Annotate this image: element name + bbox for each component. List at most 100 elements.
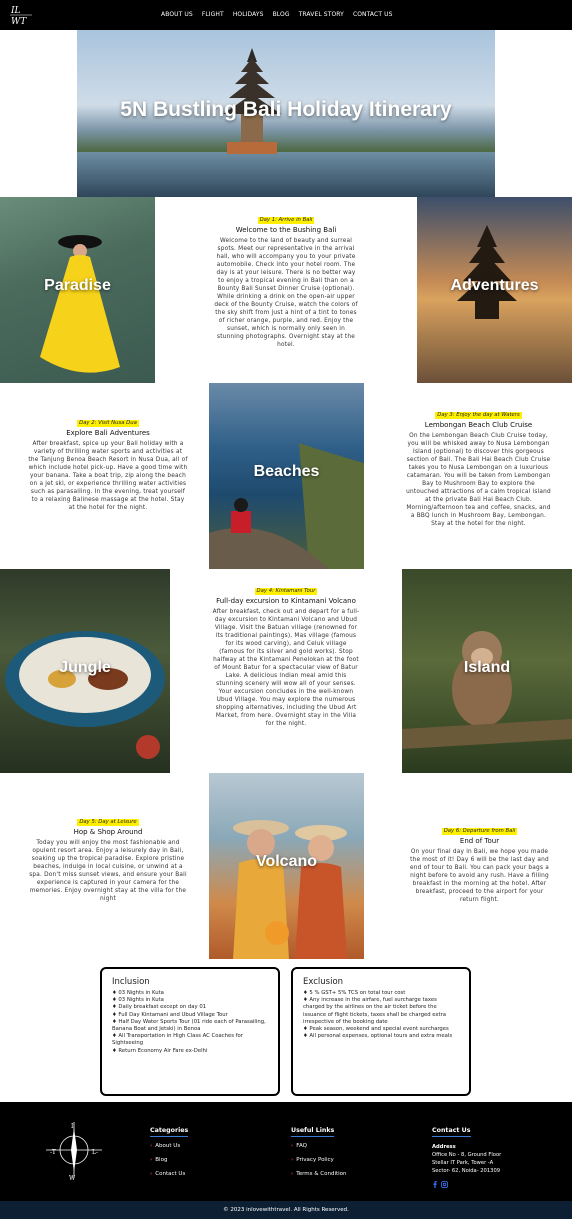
footer-link-about-us[interactable]: › About Us	[150, 1143, 188, 1149]
inclusion-item: ♦ 03 Nights in Kuta	[112, 990, 164, 996]
address-line: Stellar IT Park, Tower -A	[432, 1160, 494, 1166]
adventures-tile[interactable]: Adventures	[417, 197, 572, 383]
exclusion-title: Exclusion	[303, 977, 344, 987]
day-4-text: After breakfast, check out and depart fo…	[212, 609, 360, 727]
inclusion-item: ♦ Return Economy Air Fare ex-Delhi	[112, 1047, 208, 1054]
svg-text:WT: WT	[11, 17, 27, 27]
footer-link-faq[interactable]: › FAQ	[291, 1143, 347, 1149]
chevron-right-icon: ›	[291, 1143, 294, 1149]
footer-contact: Contact Us Address Office No - 8, Ground…	[432, 1117, 501, 1188]
inclusion-title: Inclusion	[112, 977, 150, 987]
day-4-title: Full-day excursion to Kintamani Volcano	[216, 597, 356, 605]
day-2-block: Day 2: Visit Nusa Dua Explore Bali Adven…	[28, 409, 188, 512]
day-5-tag: Day 5: Day at Leisure	[77, 819, 139, 826]
exclusion-list: ♦ 5 % GST+ 5% TCS on total tour cost ♦ A…	[303, 990, 459, 1040]
address-line: Sector- 62, Noida- 201309	[432, 1168, 501, 1174]
nav-about-us[interactable]: ABOUT US	[161, 11, 193, 18]
day-6-tag: Day 6: Departure from Bali	[441, 828, 518, 835]
main-menu: ABOUT US FLIGHT HOLIDAYS BLOG TRAVEL STO…	[161, 11, 393, 18]
day-3-title: Lembongan Beach Club Cruise	[424, 421, 533, 429]
inclusion-box: Inclusion ♦ 03 Nights in Kuta ♦ 03 Night…	[100, 967, 280, 1096]
day-6-block: Day 6: Departure from Bali End of Tour O…	[406, 817, 553, 904]
day-6-text: On your final day in Bali, we hope you m…	[410, 849, 549, 903]
instagram-icon[interactable]	[441, 1181, 448, 1188]
exclusion-item: ♦ 5 % GST+ 5% TCS on total tour cost	[303, 990, 406, 996]
footer-link-label: Blog	[155, 1157, 168, 1163]
address-label: Address	[432, 1144, 456, 1150]
day-1-block: Day 1: Arrive in Bali Welcome to the Bus…	[213, 206, 359, 349]
day-3-tag: Day 3: Enjoy the day at Waters	[435, 412, 522, 419]
chevron-right-icon: ›	[291, 1171, 294, 1177]
day-4-block: Day 4: Kintamani Tour Full-day excursion…	[212, 577, 360, 728]
footer-link-privacy-policy[interactable]: › Privacy Policy	[291, 1157, 347, 1163]
nav-flight[interactable]: FLIGHT	[202, 11, 224, 18]
day-1-title: Welcome to the Bushing Bali	[235, 226, 337, 234]
categories-heading: Categories	[150, 1127, 189, 1137]
island-tile[interactable]: Island	[402, 569, 572, 773]
nav-blog[interactable]: BLOG	[273, 11, 290, 18]
footer-link-label: Terms & Condition	[296, 1171, 347, 1177]
paradise-tile[interactable]: Paradise	[0, 197, 155, 383]
day-6-title: End of Tour	[459, 837, 500, 845]
footer-link-contact-us[interactable]: › Contact Us	[150, 1171, 188, 1177]
exclusion-item: ♦ Peak season, weekend and special event…	[303, 1026, 449, 1033]
jungle-label: Jungle	[59, 659, 111, 676]
day-5-title: Hop & Shop Around	[73, 828, 143, 836]
footer-link-label: FAQ	[296, 1143, 307, 1149]
volcano-label: Volcano	[255, 853, 318, 870]
svg-text:-T: -T	[50, 1149, 56, 1156]
inclusion-item: ♦ Daily breakfast except on day 01	[112, 1004, 207, 1011]
inclusion-item: ♦ All Transportation in High Class AC Co…	[112, 1033, 243, 1047]
paradise-label: Paradise	[44, 277, 111, 294]
hero-lake-image	[77, 152, 495, 197]
svg-text:I: I	[71, 1123, 74, 1130]
svg-text:L-: L-	[92, 1149, 98, 1156]
nav-contact-us[interactable]: CONTACT US	[353, 11, 393, 18]
beaches-tile[interactable]: Beaches	[209, 383, 364, 569]
chevron-right-icon: ›	[291, 1157, 294, 1163]
inclusion-item: ♦ 03 Nights in Kuta	[112, 997, 164, 1004]
footer-link-label: About Us	[155, 1143, 181, 1149]
day-2-text: After breakfast, spice up your Bali holi…	[28, 441, 188, 511]
svg-text:W: W	[69, 1175, 76, 1182]
day-5-text: Today you will enjoy the most fashionabl…	[29, 840, 187, 902]
day-1-text: Welcome to the land of beauty and surrea…	[214, 238, 358, 348]
svg-text:IL: IL	[10, 6, 21, 16]
nav-travel-story[interactable]: TRAVEL STORY	[299, 11, 344, 18]
page-title: 5N Bustling Bali Holiday Itinerary	[120, 98, 452, 121]
facebook-icon[interactable]	[432, 1181, 438, 1188]
jungle-tile[interactable]: Jungle	[0, 569, 170, 773]
site-logo[interactable]: IL WT	[8, 3, 34, 27]
day-3-text: On the Lembongan Beach Club Cruise today…	[406, 433, 551, 527]
hero-banner: 5N Bustling Bali Holiday Itinerary	[77, 30, 495, 197]
useful-links-heading: Useful Links	[291, 1127, 335, 1137]
address-line: Office No - 8, Ground Floor	[432, 1152, 502, 1158]
day-3-block: Day 3: Enjoy the day at Waters Lembongan…	[406, 401, 551, 528]
chevron-right-icon: ›	[150, 1171, 153, 1177]
footer-link-label: Privacy Policy	[296, 1157, 334, 1163]
footer-link-label: Contact Us	[155, 1171, 186, 1177]
exclusion-item: ♦ Any increase in the airfare, fuel surc…	[303, 997, 447, 1025]
day-1-tag: Day 1: Arrive in Bali	[257, 217, 315, 224]
footer-link-blog[interactable]: › Blog	[150, 1157, 188, 1163]
inclusion-item: ♦ Half Day Water Sports Tour (01 ride ea…	[112, 1018, 266, 1033]
day-2-tag: Day 2: Visit Nusa Dua	[77, 420, 139, 427]
day-4-tag: Day 4: Kintamani Tour	[254, 588, 318, 595]
day-2-title: Explore Bali Adventures	[66, 429, 150, 437]
compass-logo-icon[interactable]: -T L- I W	[42, 1118, 106, 1182]
day-5-block: Day 5: Day at Leisure Hop & Shop Around …	[28, 808, 188, 903]
volcano-tile[interactable]: Volcano	[209, 773, 364, 959]
adventures-label: Adventures	[450, 277, 539, 294]
beaches-label: Beaches	[253, 463, 320, 480]
exclusion-box: Exclusion ♦ 5 % GST+ 5% TCS on total tou…	[291, 967, 471, 1096]
footer-useful-links: Useful Links › FAQ › Privacy Policy › Terms…	[291, 1117, 347, 1185]
footer-categories: Categories › About Us › Blog › Contact Us	[150, 1117, 189, 1185]
top-navbar: IL WT ABOUT US FLIGHT HOLIDAYS BLOG TRAVE…	[0, 0, 572, 30]
copyright-bar: © 2023 inlovewithtravel. All Rights Rese…	[0, 1201, 572, 1219]
address-block: Address Office No - 8, Ground Floor Stel…	[432, 1143, 501, 1175]
social-icons	[432, 1181, 501, 1188]
chevron-right-icon: ›	[150, 1157, 153, 1163]
chevron-right-icon: ›	[150, 1143, 153, 1149]
footer-link-terms[interactable]: › Terms & Condition	[291, 1171, 347, 1177]
nav-holidays[interactable]: HOLIDAYS	[233, 11, 264, 18]
